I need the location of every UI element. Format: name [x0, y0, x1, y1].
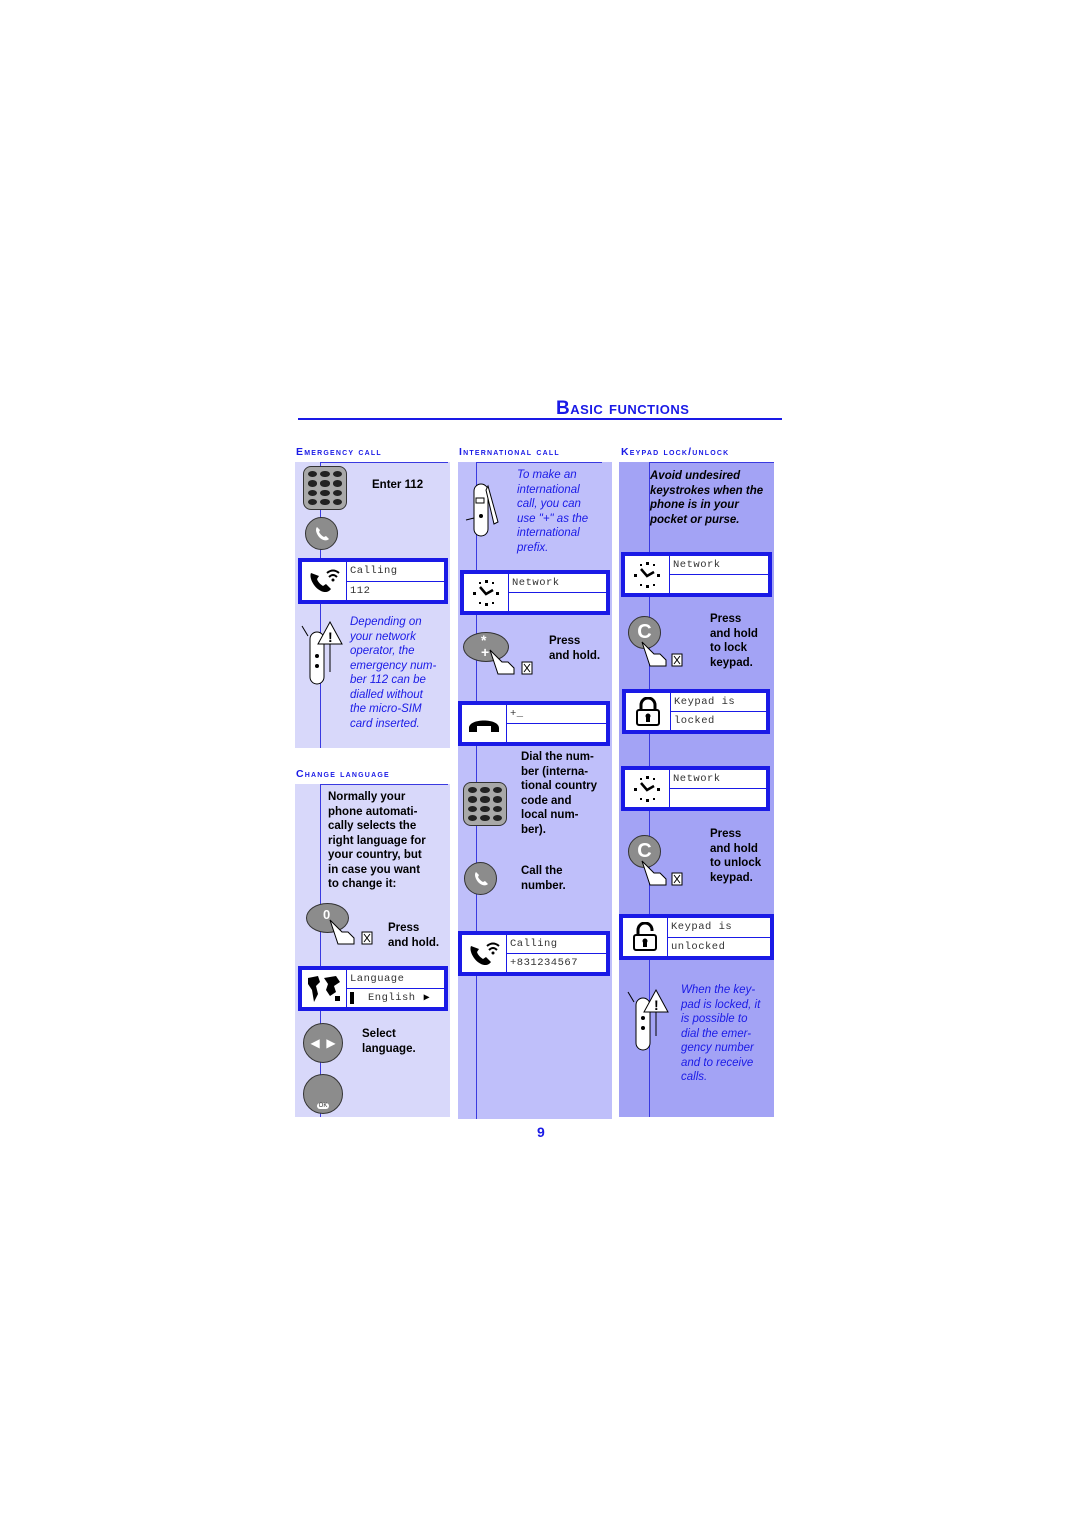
- padlock-closed-icon: [626, 693, 671, 730]
- screen-line-2: [670, 788, 766, 807]
- heading-keypad-lock: Keypad lock/unlock: [621, 446, 730, 458]
- heading-international-call: International call: [459, 446, 560, 458]
- screen-line-1: Network: [673, 559, 721, 571]
- page-number: 9: [537, 1124, 545, 1140]
- ok-key-icon[interactable]: OK: [303, 1074, 343, 1114]
- press-hold-hand-icon: [640, 640, 688, 675]
- language-intro: Normally your phone automati-cally select…: [328, 791, 426, 890]
- screen-calling-112: Calling 112: [298, 558, 448, 604]
- screen-plus-prefix: +_: [458, 701, 610, 746]
- step-lock-keypad: Press and hold to lock keypad.: [710, 613, 758, 669]
- screen-language: Language English ▶: [298, 966, 448, 1011]
- call-key-icon: [464, 862, 497, 895]
- svg-text:!: !: [654, 997, 659, 1013]
- padlock-open-icon: [623, 918, 668, 956]
- mascot-pencil-icon: [462, 478, 502, 553]
- emergency-note: Depending on your network operator, the eme…: [350, 616, 437, 730]
- step-call-number: Call the number.: [521, 865, 566, 892]
- step-enter-112: Enter 112: [372, 479, 424, 491]
- screen-line-2: 112: [347, 580, 444, 601]
- keypad-icon: [463, 782, 507, 826]
- keypad-icon: [303, 466, 347, 510]
- screen-line-2: locked: [671, 711, 766, 730]
- navigation-key-icon[interactable]: ◀ ▶: [303, 1023, 343, 1063]
- screen-line-1: Calling: [350, 565, 398, 578]
- screen-line-1: Language: [350, 973, 405, 985]
- call-key-icon: [305, 517, 338, 550]
- mascot-warning-icon: !: [624, 988, 670, 1063]
- clock-icon: [464, 574, 509, 611]
- title-rule: [298, 418, 782, 420]
- mascot-warning-icon: !: [298, 614, 344, 709]
- screen-calling-international: Calling +831234567: [458, 931, 610, 976]
- step-unlock-keypad: Press and hold to unlock keypad.: [710, 828, 762, 884]
- press-hold-hand-icon: [328, 918, 376, 953]
- screen-network-2: Network: [621, 766, 770, 811]
- heading-emergency-call: Emergency call: [296, 446, 382, 458]
- international-note: To make an international call, you can use …: [517, 469, 589, 554]
- world-map-icon: [302, 970, 347, 1007]
- handset-icon: [462, 705, 507, 742]
- screen-line-2: English ▶: [347, 988, 444, 1007]
- screen-line-2: +831234567: [507, 953, 606, 972]
- screen-line-1: Network: [512, 577, 560, 589]
- svg-text:!: !: [328, 629, 333, 645]
- screen-line-1: +_: [510, 708, 524, 720]
- step-press-hold-star: Press and hold.: [549, 635, 601, 662]
- keypad-note: When the key-pad is locked, it is possibl…: [681, 984, 761, 1083]
- screen-line-1: Calling: [510, 938, 558, 950]
- step-dial-number: Dial the num-ber (interna-tional country…: [521, 751, 598, 836]
- screen-network-1: Network: [621, 552, 772, 597]
- press-hold-hand-icon: [640, 859, 688, 894]
- press-hold-hand-icon: [488, 648, 536, 683]
- screen-line-2: [507, 723, 606, 742]
- screen-network-international: Network: [460, 570, 610, 615]
- clock-icon: [625, 770, 670, 807]
- calling-phone-icon: [462, 935, 507, 972]
- screen-line-1: Keypad is: [674, 696, 736, 708]
- calling-phone-icon: [302, 562, 347, 600]
- clock-icon: [625, 556, 670, 593]
- page-title: Basic functions: [556, 398, 690, 419]
- screen-keypad-locked: Keypad is locked: [622, 689, 770, 734]
- screen-line-2: [670, 574, 768, 593]
- screen-line-2: unlocked: [668, 936, 770, 957]
- screen-keypad-unlocked: Keypad is unlocked: [619, 914, 774, 960]
- screen-line-1: Network: [673, 773, 721, 785]
- screen-line-1: Keypad is: [671, 921, 733, 934]
- screen-line-2: [509, 592, 606, 611]
- step-select-language: Select language.: [362, 1028, 416, 1055]
- heading-change-language: Change language: [296, 768, 390, 780]
- step-press-hold-0: Press and hold.: [388, 922, 440, 949]
- keypad-intro: Avoid undesired keystrokes when the phone …: [650, 470, 764, 526]
